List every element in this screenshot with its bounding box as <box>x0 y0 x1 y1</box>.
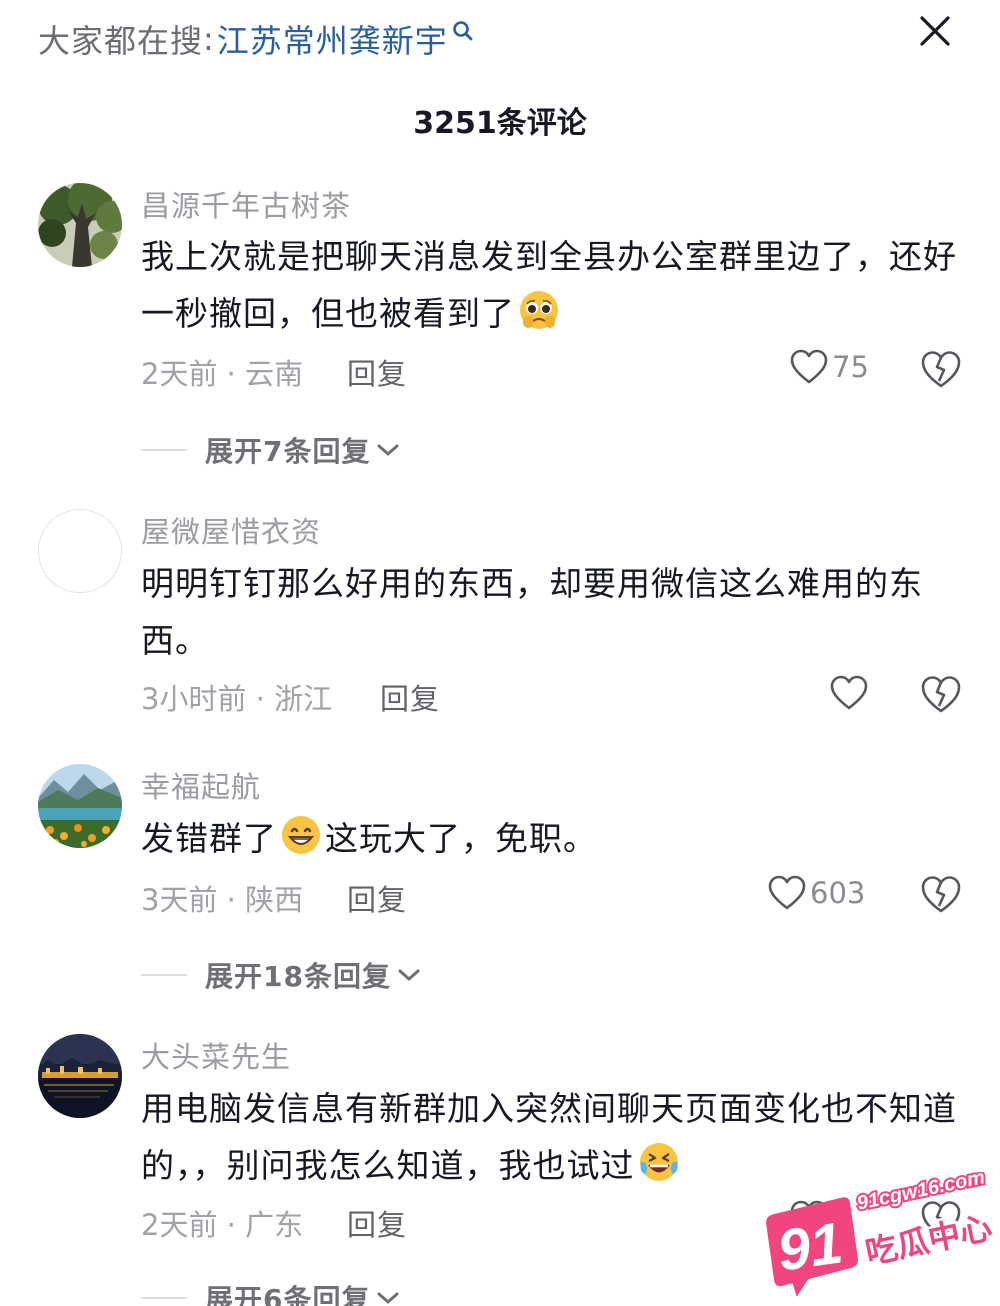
pleading-face-emoji <box>520 291 558 329</box>
comment-text-tail: 这玩大了，免职。 <box>325 819 597 858</box>
comment-time-location: 3天前 · 陕西 <box>141 883 304 917</box>
divider-line <box>141 1297 187 1299</box>
expand-replies-button[interactable]: 展开18条回复 <box>141 955 421 995</box>
tree-avatar-image <box>38 183 122 267</box>
dislike-button[interactable] <box>920 875 962 915</box>
search-suggestion-prefix: 大家都在搜 <box>38 22 204 60</box>
reply-button[interactable]: 回复 <box>380 676 440 718</box>
search-suggestion-term[interactable]: 江苏常州龚新宇 <box>217 16 448 62</box>
watermark-site: 91cgw16.com <box>855 1172 987 1215</box>
divider-line <box>141 974 187 976</box>
comment-text: 我上次就是把聊天消息发到全县办公室群里边了，还好一秒撤回，但也被看到了 <box>141 228 961 342</box>
comment-username[interactable]: 大头菜先生 <box>141 1034 291 1076</box>
watermark-number: 91 <box>774 1210 847 1283</box>
search-suggestion[interactable]: 大家都在搜 : 江苏常州龚新宇 <box>38 14 476 64</box>
comment-text-body: 用电脑发信息有新群加入突然间聊天页面变化也不知道的，，别问我怎么知道，我也试过 <box>141 1089 957 1185</box>
dislike-button[interactable] <box>920 675 962 715</box>
comment-text-body: 发错群了 <box>141 819 277 858</box>
comment-text: 发错群了 这玩大了，免职。 <box>141 810 961 867</box>
like-button[interactable] <box>830 675 868 711</box>
close-button[interactable] <box>912 8 958 54</box>
comment-username[interactable]: 幸福起航 <box>141 764 261 806</box>
heart-icon <box>768 875 806 910</box>
comment-time-location: 2天前 · 广东 <box>141 1208 304 1242</box>
heart-icon <box>830 675 868 710</box>
comment-username[interactable]: 昌源千年古树茶 <box>141 183 351 225</box>
comment-username[interactable]: 屋微屋惜衣资 <box>141 509 321 551</box>
like-button[interactable]: 603 <box>768 875 865 911</box>
chevron-down-icon <box>377 1292 399 1304</box>
avatar[interactable] <box>38 1034 122 1118</box>
broken-heart-icon <box>921 676 961 713</box>
search-icon <box>453 21 473 41</box>
expand-replies-label: 展开6条回复 <box>205 1283 371 1306</box>
expand-replies-button[interactable]: 展开6条回复 <box>141 1278 400 1306</box>
broken-heart-icon <box>921 351 961 388</box>
expand-replies-label: 展开18条回复 <box>205 960 391 993</box>
divider-line <box>141 449 187 451</box>
close-icon <box>920 16 950 46</box>
heart-icon <box>790 349 828 384</box>
comments-count-title: 3251条评论 <box>413 106 587 141</box>
avatar[interactable] <box>38 509 122 593</box>
expand-replies-button[interactable]: 展开7条回复 <box>141 430 400 470</box>
rolling-laughing-emoji <box>639 1143 678 1181</box>
comment-text-body: 明明钉钉那么好用的东西，却要用微信这么难用的东西。 <box>141 564 923 660</box>
reply-button[interactable]: 回复 <box>347 351 407 393</box>
like-count: 75 <box>832 350 869 384</box>
grinning-face-emoji <box>282 816 320 854</box>
avatar[interactable] <box>38 764 122 848</box>
dislike-button[interactable] <box>920 350 962 390</box>
expand-replies-label: 展开7条回复 <box>205 435 371 468</box>
watermark-name: 吃瓜中心 <box>862 1208 994 1272</box>
like-button[interactable]: 75 <box>790 349 869 385</box>
reply-button[interactable]: 回复 <box>347 877 407 919</box>
chevron-down-icon <box>398 969 420 981</box>
comment-time-location: 2天前 · 云南 <box>141 357 304 391</box>
night-city-avatar-image <box>38 1034 122 1118</box>
avatar[interactable] <box>38 183 122 267</box>
landscape-avatar-image <box>38 764 122 848</box>
broken-heart-icon <box>921 876 961 913</box>
search-suggestion-colon: : <box>203 20 215 58</box>
like-count: 603 <box>810 876 866 910</box>
watermark-logo: 91cgw16.com 91 吃瓜中心 <box>766 1172 994 1296</box>
comment-time-location: 3小时前 · 浙江 <box>141 682 333 716</box>
reply-button[interactable]: 回复 <box>347 1202 407 1244</box>
chevron-down-icon <box>377 444 399 456</box>
comment-text: 明明钉钉那么好用的东西，却要用微信这么难用的东西。 <box>141 555 961 669</box>
